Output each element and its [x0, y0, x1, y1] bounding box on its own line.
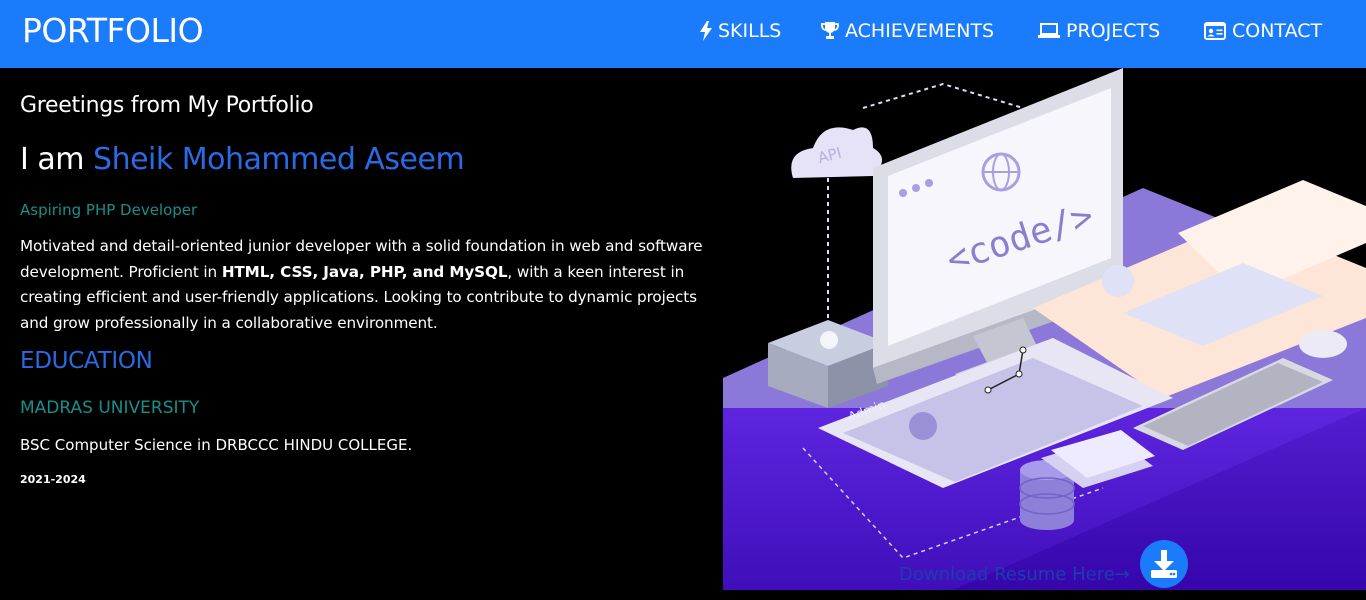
bolt-icon — [700, 21, 712, 41]
role-title: Aspiring PHP Developer — [20, 201, 198, 219]
degree-text: BSC Computer Science in DRBCCC HINDU COL… — [20, 436, 413, 454]
university-name: MADRAS UNIVERSITY — [20, 398, 200, 418]
education-years: 2021-2024 — [20, 473, 86, 486]
nav-achievements-label: ACHIEVEMENTS — [845, 20, 995, 42]
bio-skills: HTML, CSS, Java, PHP, and MySQL — [221, 262, 508, 281]
id-card-icon — [1204, 22, 1226, 40]
trophy-icon — [821, 21, 839, 41]
nav-contact-label: CONTACT — [1232, 20, 1323, 42]
laptop-icon — [1038, 23, 1060, 39]
nav-skills[interactable]: SKILLS — [700, 18, 781, 44]
hero-illustration: API <code/> Admin — [723, 68, 1366, 590]
nav-projects-label: PROJECTS — [1066, 20, 1161, 42]
nav-achievements[interactable]: ACHIEVEMENTS — [821, 18, 994, 44]
navbar: PORTFOLIO SKILLS ACHIEVEMENTS PROJECTS C… — [0, 0, 1366, 68]
brand-logo[interactable]: PORTFOLIO — [22, 10, 204, 52]
download-resume-button[interactable] — [1140, 540, 1188, 588]
api-cloud: API — [791, 127, 882, 178]
nav-skills-label: SKILLS — [718, 20, 782, 42]
download-resume-link[interactable]: Download Resume Here→ — [899, 564, 1130, 585]
nav-projects[interactable]: PROJECTS — [1038, 18, 1160, 44]
intro-heading: I am Sheik Mohammed Aseem — [20, 142, 465, 177]
education-heading: EDUCATION — [20, 348, 153, 374]
nav-contact[interactable]: CONTACT — [1204, 18, 1322, 44]
download-icon — [1140, 550, 1188, 592]
person-name: Sheik Mohammed Aseem — [93, 142, 465, 177]
greeting-heading: Greetings from My Portfolio — [20, 93, 314, 118]
intro-prefix: I am — [20, 142, 94, 177]
bio-paragraph: Motivated and detail-oriented junior dev… — [20, 234, 710, 337]
